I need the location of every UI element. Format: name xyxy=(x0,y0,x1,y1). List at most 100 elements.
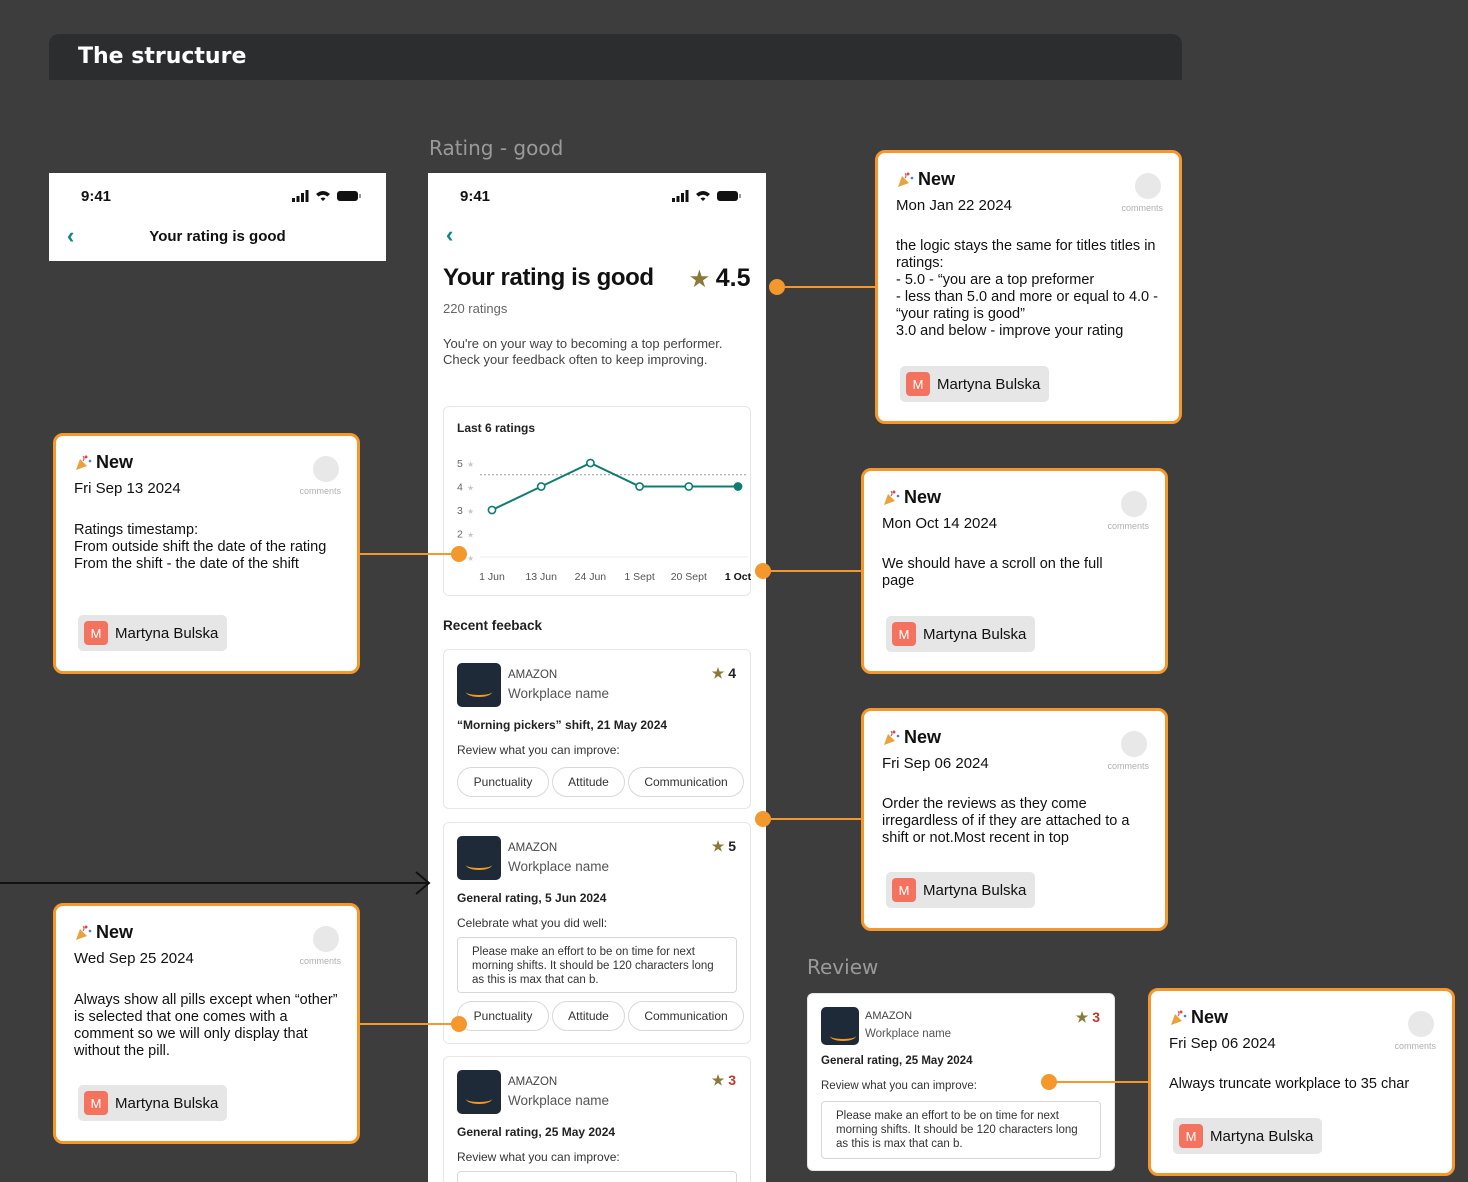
avatar: M xyxy=(906,372,930,396)
feedback-card[interactable]: AMAZON Workplace name ★ 5 General rating… xyxy=(443,822,751,1044)
data-point xyxy=(536,482,546,491)
comment-card[interactable]: New Fri Sep 06 2024 comments Always trun… xyxy=(1148,988,1455,1176)
feedback-rating-value: 3 xyxy=(728,1072,736,1088)
pill-attitude: Attitude xyxy=(552,767,625,797)
workplace-name: Workplace name xyxy=(508,686,610,701)
company-name: AMAZON xyxy=(508,1076,558,1088)
review-comment: Please make an effort to be on time for … xyxy=(821,1101,1101,1159)
author-name: Martyna Bulska xyxy=(923,625,1027,643)
comment-date: Fri Sep 06 2024 xyxy=(1169,1035,1276,1052)
y-tick-star-icon: ★ xyxy=(467,507,474,516)
x-tick-label: 13 Jun xyxy=(525,571,557,583)
party-popper-icon xyxy=(898,172,914,187)
author-name: Martyna Bulska xyxy=(115,1094,219,1112)
party-popper-icon xyxy=(884,490,900,505)
comments-label: comments xyxy=(1107,521,1149,531)
x-tick-label: 24 Jun xyxy=(575,571,607,583)
y-tick-label: 2 xyxy=(457,529,463,541)
comments-label: comments xyxy=(1107,761,1149,771)
comment-author[interactable]: M Martyna Bulska xyxy=(900,366,1050,402)
comment-date: Fri Sep 13 2024 xyxy=(74,480,181,497)
y-tick-star-icon: ★ xyxy=(467,484,474,493)
connector-line xyxy=(1049,1081,1150,1083)
avatar: M xyxy=(892,878,916,902)
company-logo xyxy=(821,1007,859,1045)
comment-card[interactable]: New Fri Sep 06 2024 comments Order the r… xyxy=(861,708,1168,931)
star-icon: ★ xyxy=(711,838,725,854)
x-tick-label: 20 Sept xyxy=(671,571,707,583)
connector-line xyxy=(763,818,862,820)
comment-badge: New xyxy=(96,922,134,942)
y-tick-label: 5 xyxy=(457,458,463,470)
comment-bubble-icon[interactable] xyxy=(1135,173,1161,199)
company-name: AMAZON xyxy=(508,842,558,854)
comment-card[interactable]: New Mon Oct 14 2024 comments We should h… xyxy=(861,468,1168,674)
author-name: Martyna Bulska xyxy=(115,624,219,642)
comment-body: Order the reviews as they come irregardl… xyxy=(882,796,1130,846)
party-popper-icon xyxy=(76,925,92,940)
comment-badge: New xyxy=(904,727,942,747)
company-name: AMAZON xyxy=(508,669,558,681)
review-rating: ★ 3 xyxy=(1076,1009,1100,1026)
pill-punctuality: Punctuality xyxy=(457,1001,549,1031)
comment-bubble-icon[interactable] xyxy=(1408,1011,1434,1037)
comment-author[interactable]: M Martyna Bulska xyxy=(886,872,1036,908)
company-name: AMAZON xyxy=(865,1010,913,1022)
comment-badge: New xyxy=(1191,1007,1229,1027)
comment-bubble-icon[interactable] xyxy=(1121,731,1147,757)
comment-bubble-icon[interactable] xyxy=(313,456,339,482)
phone-frame-rating-good: 9:41 ‹ Your rating is good ★ 4.5 220 rat… xyxy=(428,173,766,1182)
section-header: The structure xyxy=(49,34,1182,80)
comment-badge: New xyxy=(96,452,134,472)
feedback-shift: General rating, 5 Jun 2024 xyxy=(457,891,607,905)
author-name: Martyna Bulska xyxy=(923,881,1027,899)
party-popper-icon xyxy=(884,730,900,745)
frame-label-review: Review xyxy=(807,955,879,979)
review-rating-value: 3 xyxy=(1092,1009,1100,1025)
connector-line xyxy=(359,553,458,555)
feedback-comment-input xyxy=(457,1171,737,1182)
ratings-count: 220 ratings xyxy=(443,301,508,316)
connector-dot xyxy=(451,1016,467,1032)
feedback-card[interactable]: AMAZON Workplace name ★ 3 General rating… xyxy=(443,1056,751,1182)
comment-badge: New xyxy=(918,169,956,189)
star-icon: ★ xyxy=(690,268,709,291)
connector-dot xyxy=(451,546,467,562)
comment-author[interactable]: M Martyna Bulska xyxy=(78,615,228,651)
section-title: The structure xyxy=(78,44,247,69)
avatar: M xyxy=(1179,1124,1203,1148)
star-icon: ★ xyxy=(711,1072,725,1088)
comment-author[interactable]: M Martyna Bulska xyxy=(886,616,1036,652)
status-time: 9:41 xyxy=(460,188,491,205)
comment-bubble-icon[interactable] xyxy=(1121,491,1147,517)
comment-author[interactable]: M Martyna Bulska xyxy=(78,1085,228,1121)
feedback-shift: “Morning pickers” shift, 21 May 2024 xyxy=(457,718,668,732)
comment-card[interactable]: New Fri Sep 13 2024 comments Ratings tim… xyxy=(53,433,360,674)
status-icons xyxy=(292,190,361,202)
comment-card[interactable]: New Wed Sep 25 2024 comments Always show… xyxy=(53,903,360,1144)
avatar: M xyxy=(84,621,108,645)
arrow-right-icon xyxy=(0,871,431,895)
feedback-rating: ★ 3 xyxy=(712,1072,736,1089)
comments-label: comments xyxy=(1394,1041,1436,1051)
comment-author[interactable]: M Martyna Bulska xyxy=(1173,1118,1323,1154)
party-popper-icon xyxy=(1171,1010,1187,1025)
feedback-card[interactable]: AMAZON Workplace name ★ 4 “Morning picke… xyxy=(443,649,751,809)
small-phone-frame: 9:41 ‹ Your rating is good xyxy=(49,173,386,261)
back-chevron-icon[interactable]: ‹ xyxy=(446,222,453,248)
comment-bubble-icon[interactable] xyxy=(313,926,339,952)
feedback-prompt: Celebrate what you did well: xyxy=(457,916,608,930)
feedback-rating: ★ 4 xyxy=(712,665,736,682)
party-popper-icon xyxy=(76,455,92,470)
connector-line xyxy=(776,286,876,288)
comment-card[interactable]: New Mon Jan 22 2024 comments the logic s… xyxy=(875,150,1182,424)
data-point xyxy=(487,505,497,515)
x-tick-label: 1 Jun xyxy=(479,571,505,583)
comment-date: Wed Sep 25 2024 xyxy=(74,950,194,967)
comment-body: We should have a scroll on the full page xyxy=(882,556,1103,589)
data-point xyxy=(585,458,595,468)
frame-label-rating-good: Rating - good xyxy=(429,136,564,160)
status-time: 9:41 xyxy=(81,188,112,205)
status-bar: 9:41 xyxy=(428,173,766,219)
connector-dot xyxy=(769,279,785,295)
